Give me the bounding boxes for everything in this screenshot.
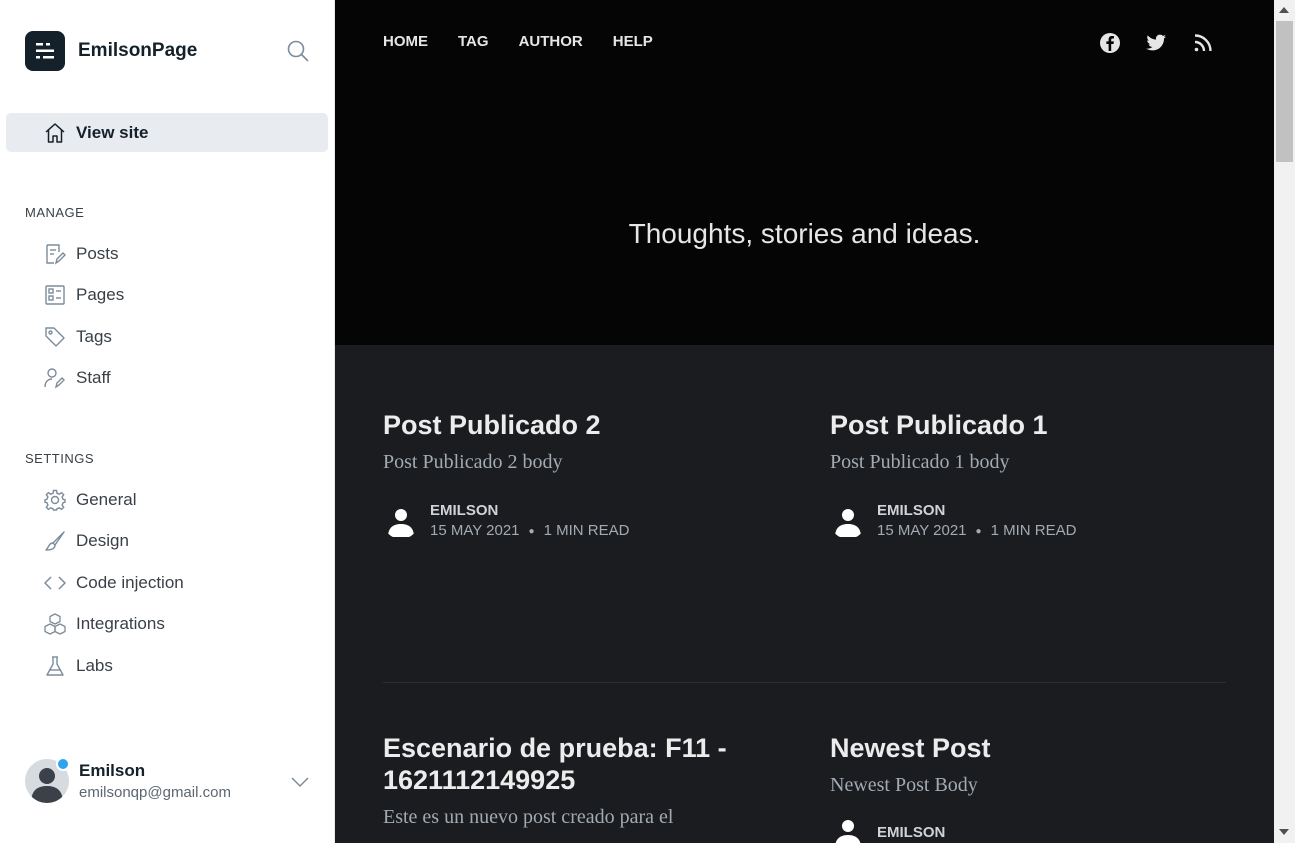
post-meta: EMILSON 15 MAY 2021 ● 1 MIN READ <box>830 502 1230 539</box>
posts-icon <box>44 243 66 265</box>
page-scrollbar[interactable] <box>1274 0 1295 843</box>
post-author[interactable]: EMILSON <box>430 502 629 519</box>
facebook-icon[interactable] <box>1098 31 1122 55</box>
view-site-button[interactable]: View site <box>6 113 328 152</box>
sidebar-item-label: General <box>76 490 137 509</box>
user-info: Emilson emilsonqp@gmail.com <box>79 761 231 801</box>
brand-name: EmilsonPage <box>78 40 198 61</box>
view-site-label: View site <box>76 122 149 142</box>
post-meta: EMILSON <box>830 814 1230 843</box>
twitter-icon[interactable] <box>1144 31 1168 55</box>
sidebar-item-label: Code injection <box>76 573 184 592</box>
sidebar-item-label: Staff <box>76 368 111 387</box>
home-icon <box>44 122 66 144</box>
gear-icon <box>44 489 66 511</box>
author-avatar-icon[interactable] <box>383 503 419 539</box>
brand[interactable]: EmilsonPage <box>25 31 197 71</box>
sidebar-item-code-injection[interactable]: Code injection <box>44 568 184 598</box>
post-excerpt: Newest Post Body <box>830 774 978 796</box>
chevron-down-icon[interactable] <box>290 775 310 788</box>
separator-dot-icon: ● <box>528 525 535 537</box>
site-header: HOME TAG AUTHOR HELP Thoughts, stories a… <box>335 0 1274 345</box>
post-author[interactable]: EMILSON <box>877 824 945 841</box>
brush-icon <box>44 530 66 552</box>
post-title[interactable]: Escenario de prueba: F11 - 1621112149925 <box>383 732 743 796</box>
post-excerpt: Post Publicado 2 body <box>383 451 563 473</box>
nav-link-tag[interactable]: TAG <box>458 33 489 50</box>
separator-dot-icon: ● <box>975 525 982 537</box>
author-avatar-icon[interactable] <box>830 814 866 843</box>
brand-logo <box>25 31 65 71</box>
post-date: 15 MAY 2021 <box>877 522 967 539</box>
nav-link-home[interactable]: HOME <box>383 33 428 50</box>
sidebar-item-posts[interactable]: Posts <box>44 239 119 269</box>
user-email: emilsonqp@gmail.com <box>79 784 231 801</box>
sidebar-item-label: Labs <box>76 656 113 675</box>
scroll-down-arrow-icon[interactable] <box>1279 829 1289 835</box>
sidebar-item-design[interactable]: Design <box>44 526 129 556</box>
post-meta: EMILSON 15 MAY 2021 ● 1 MIN READ <box>383 502 783 539</box>
posts-divider <box>383 682 1226 683</box>
sidebar-item-labs[interactable]: Labs <box>44 651 113 681</box>
sidebar-item-label: Posts <box>76 244 119 263</box>
author-avatar-icon[interactable] <box>830 503 866 539</box>
sidebar-item-general[interactable]: General <box>44 485 136 515</box>
sidebar-item-pages[interactable]: Pages <box>44 280 124 310</box>
nav-link-author[interactable]: AUTHOR <box>519 33 583 50</box>
post-card[interactable]: Escenario de prueba: F11 - 1621112149925… <box>383 732 743 829</box>
post-date: 15 MAY 2021 <box>430 522 520 539</box>
tag-icon <box>44 326 66 348</box>
staff-icon <box>44 367 66 389</box>
sidebar-item-label: Tags <box>76 327 112 346</box>
sidebar-item-label: Design <box>76 531 129 550</box>
online-status-dot <box>56 757 70 771</box>
rss-icon[interactable] <box>1191 31 1215 55</box>
sidebar-item-label: Pages <box>76 285 125 304</box>
post-card[interactable]: Post Publicado 2 Post Publicado 2 body E… <box>383 409 783 539</box>
nav-link-help[interactable]: HELP <box>613 33 653 50</box>
sidebar-item-tags[interactable]: Tags <box>44 322 112 352</box>
flask-icon <box>44 655 66 677</box>
settings-section-title: SETTINGS <box>25 451 95 466</box>
post-author[interactable]: EMILSON <box>877 502 1076 519</box>
admin-sidebar: EmilsonPage View site MANAGE Posts Pages <box>0 0 335 843</box>
manage-section-title: MANAGE <box>25 205 85 220</box>
post-card[interactable]: Newest Post Newest Post Body EMILSON <box>830 732 1230 843</box>
site-preview: HOME TAG AUTHOR HELP Thoughts, stories a… <box>335 0 1274 843</box>
post-title[interactable]: Post Publicado 1 <box>830 409 1230 441</box>
scroll-up-arrow-icon[interactable] <box>1279 7 1289 13</box>
user-name: Emilson <box>79 761 146 780</box>
scrollbar-thumb[interactable] <box>1276 21 1293 162</box>
integrations-icon <box>44 613 66 635</box>
post-title[interactable]: Newest Post <box>830 732 1230 764</box>
post-reading-time: 1 MIN READ <box>543 522 630 539</box>
pages-icon <box>44 284 66 306</box>
post-excerpt: Post Publicado 1 body <box>830 451 1010 473</box>
post-title[interactable]: Post Publicado 2 <box>383 409 783 441</box>
sidebar-item-staff[interactable]: Staff <box>44 363 111 393</box>
sidebar-item-label: Integrations <box>76 614 165 633</box>
code-icon <box>44 572 66 594</box>
user-menu[interactable]: Emilson emilsonqp@gmail.com <box>25 757 231 803</box>
post-excerpt: Este es un nuevo post creado para el <box>383 806 674 828</box>
sidebar-item-integrations[interactable]: Integrations <box>44 609 165 639</box>
post-card[interactable]: Post Publicado 1 Post Publicado 1 body E… <box>830 409 1230 539</box>
site-tagline: Thoughts, stories and ideas. <box>628 218 981 249</box>
post-reading-time: 1 MIN READ <box>990 522 1077 539</box>
search-icon[interactable] <box>286 39 310 63</box>
site-nav: HOME TAG AUTHOR HELP <box>383 33 683 50</box>
